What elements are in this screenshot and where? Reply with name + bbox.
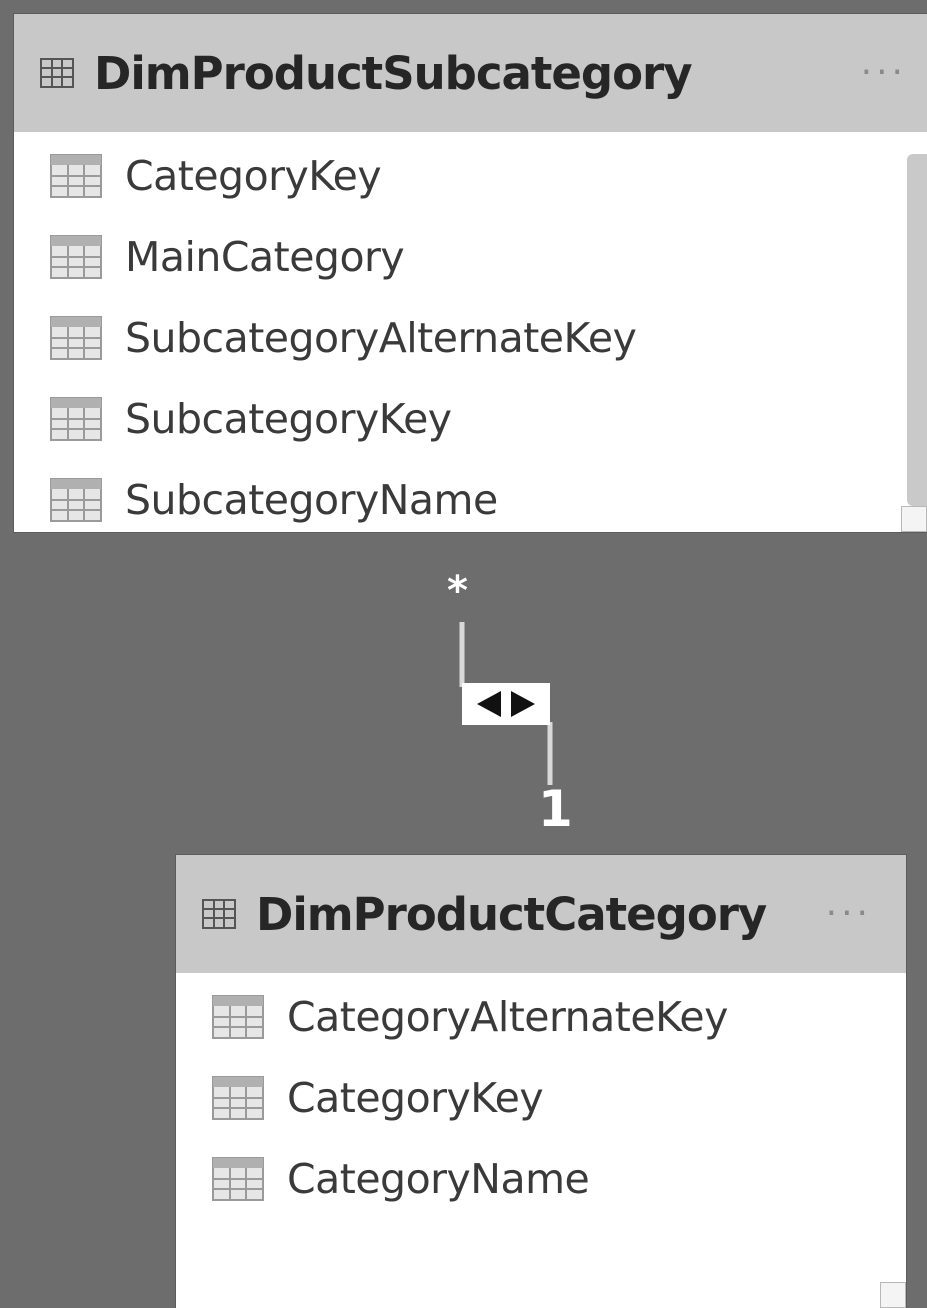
bidirectional-arrows-icon: [477, 691, 535, 717]
model-canvas[interactable]: * 1 DimProductSubcategory ··· CategoryKe…: [0, 0, 927, 1308]
cardinality-many-label: *: [447, 568, 468, 614]
column-icon: [50, 234, 102, 279]
table-icon: [202, 899, 236, 929]
field-list: CategoryAlternateKey CategoryKey Categor…: [176, 973, 906, 1308]
table-title: DimProductSubcategory: [94, 46, 693, 100]
field-row[interactable]: CategoryAlternateKey: [176, 976, 906, 1057]
table-icon: [40, 58, 74, 88]
resize-grip-icon[interactable]: [901, 506, 927, 532]
column-icon: [212, 1156, 264, 1201]
column-icon: [50, 153, 102, 198]
table-card-dimproductcategory[interactable]: DimProductCategory ··· CategoryAlternate…: [176, 855, 906, 1308]
more-options-icon[interactable]: ···: [861, 55, 907, 91]
column-icon: [212, 1075, 264, 1120]
resize-grip-icon[interactable]: [880, 1282, 906, 1308]
field-list: CategoryKey MainCategory SubcategoryAlte…: [14, 132, 927, 532]
field-label: CategoryAlternateKey: [287, 992, 728, 1041]
field-label: SubcategoryName: [125, 475, 498, 524]
cross-filter-direction-badge[interactable]: [462, 683, 550, 725]
field-row[interactable]: CategoryKey: [176, 1057, 906, 1138]
table-header[interactable]: DimProductSubcategory ···: [14, 14, 927, 132]
field-row[interactable]: CategoryKey: [14, 135, 927, 216]
cardinality-one-label: 1: [538, 780, 573, 838]
field-label: SubcategoryKey: [125, 394, 452, 443]
table-header[interactable]: DimProductCategory ···: [176, 855, 906, 973]
field-row[interactable]: MainCategory: [14, 216, 927, 297]
field-label: MainCategory: [125, 232, 405, 281]
vertical-scrollbar[interactable]: [907, 154, 927, 506]
field-label: CategoryKey: [287, 1073, 544, 1122]
field-label: SubcategoryAlternateKey: [125, 313, 637, 362]
field-row[interactable]: SubcategoryAlternateKey: [14, 297, 927, 378]
more-options-icon[interactable]: ···: [826, 896, 872, 932]
column-icon: [50, 396, 102, 441]
field-row[interactable]: SubcategoryName: [14, 459, 927, 532]
field-row[interactable]: CategoryName: [176, 1138, 906, 1219]
column-icon: [50, 477, 102, 522]
column-icon: [50, 315, 102, 360]
field-label: CategoryName: [287, 1154, 590, 1203]
table-title: DimProductCategory: [256, 887, 767, 941]
field-row[interactable]: SubcategoryKey: [14, 378, 927, 459]
table-card-dimproductsubcategory[interactable]: DimProductSubcategory ··· CategoryKey Ma…: [14, 14, 927, 532]
column-icon: [212, 994, 264, 1039]
field-label: CategoryKey: [125, 151, 382, 200]
